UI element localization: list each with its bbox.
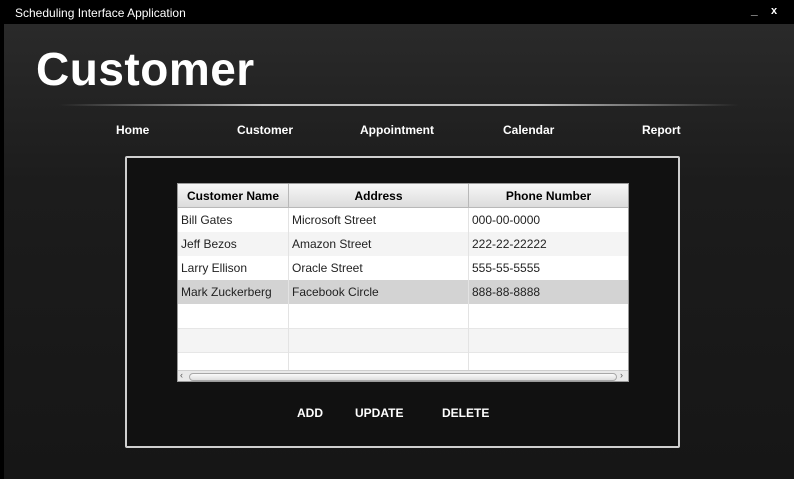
column-divider bbox=[288, 208, 289, 371]
table-row[interactable]: Jeff Bezos Amazon Street 222-22-22222 bbox=[178, 232, 628, 256]
cell-customer-name: Bill Gates bbox=[181, 213, 233, 227]
empty-row bbox=[178, 328, 628, 353]
nav-customer[interactable]: Customer bbox=[237, 123, 293, 137]
column-header-customer-name[interactable]: Customer Name bbox=[178, 184, 289, 208]
cell-customer-name: Mark Zuckerberg bbox=[181, 285, 272, 299]
customer-table[interactable]: Customer Name Address Phone Number Bill … bbox=[177, 183, 629, 382]
nav-appointment[interactable]: Appointment bbox=[360, 123, 434, 137]
delete-button[interactable]: DELETE bbox=[442, 406, 489, 420]
chevron-left-icon[interactable]: ‹ bbox=[180, 370, 183, 380]
empty-row bbox=[178, 304, 628, 328]
scrollbar-thumb[interactable] bbox=[189, 373, 617, 381]
window-title: Scheduling Interface Application bbox=[15, 6, 186, 20]
table-header: Customer Name Address Phone Number bbox=[178, 184, 628, 208]
page-title: Customer bbox=[36, 43, 255, 95]
table-row-selected[interactable]: Mark Zuckerberg Facebook Circle 888-88-8… bbox=[178, 280, 628, 304]
update-button[interactable]: UPDATE bbox=[355, 406, 403, 420]
cell-phone-number: 222-22-22222 bbox=[472, 237, 547, 251]
nav-calendar[interactable]: Calendar bbox=[503, 123, 554, 137]
add-button[interactable]: ADD bbox=[297, 406, 323, 420]
cell-customer-name: Larry Ellison bbox=[181, 261, 248, 275]
cell-customer-name: Jeff Bezos bbox=[181, 237, 237, 251]
table-row[interactable]: Larry Ellison Oracle Street 555-55-5555 bbox=[178, 256, 628, 280]
nav-report[interactable]: Report bbox=[642, 123, 681, 137]
cell-address: Amazon Street bbox=[292, 237, 372, 251]
close-button[interactable]: x bbox=[771, 5, 777, 17]
column-header-phone-number[interactable]: Phone Number bbox=[469, 184, 628, 208]
cell-address: Oracle Street bbox=[292, 261, 363, 275]
cell-address: Microsoft Street bbox=[292, 213, 377, 227]
chevron-right-icon[interactable]: › bbox=[620, 370, 623, 380]
customer-panel: Customer Name Address Phone Number Bill … bbox=[125, 156, 680, 448]
cell-phone-number: 000-00-0000 bbox=[472, 213, 541, 227]
table-row[interactable]: Bill Gates Microsoft Street 000-00-0000 bbox=[178, 208, 628, 232]
cell-address: Facebook Circle bbox=[292, 285, 379, 299]
column-header-address[interactable]: Address bbox=[289, 184, 469, 208]
horizontal-scrollbar[interactable]: ‹ › bbox=[178, 370, 628, 381]
title-bar: Scheduling Interface Application _ x bbox=[0, 0, 794, 24]
minimize-button[interactable]: _ bbox=[751, 3, 758, 17]
header-divider bbox=[59, 104, 739, 106]
cell-phone-number: 888-88-8888 bbox=[472, 285, 541, 299]
nav-home[interactable]: Home bbox=[116, 123, 149, 137]
main-window: Customer Home Customer Appointment Calen… bbox=[4, 24, 794, 479]
column-divider bbox=[468, 208, 469, 371]
cell-phone-number: 555-55-5555 bbox=[472, 261, 541, 275]
